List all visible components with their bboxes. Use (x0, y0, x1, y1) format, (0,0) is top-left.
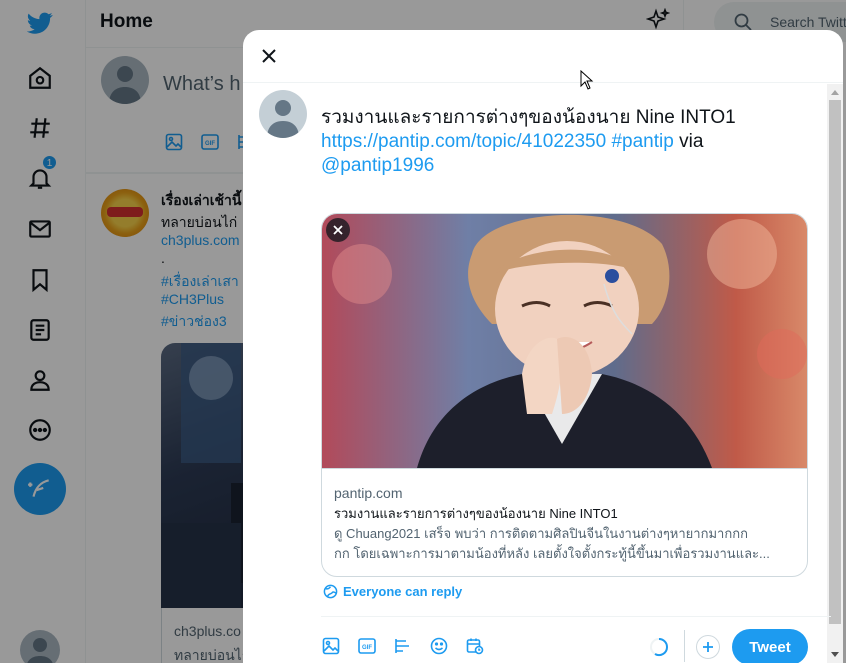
toolbar-divider (321, 616, 831, 617)
compose-toolbar: GIF (321, 636, 485, 656)
toolbar-vertical-divider (684, 630, 685, 662)
character-count-ring-icon (650, 638, 669, 657)
scroll-down-arrow-icon[interactable] (831, 652, 839, 657)
remove-card-button[interactable] (326, 218, 350, 242)
card-desc-line: ดู Chuang2021 เสร็จ พบว่า การติดตามศิลปิ… (334, 526, 748, 541)
media-icon[interactable] (321, 636, 341, 656)
tweet-via: via (679, 131, 704, 152)
emoji-icon[interactable] (429, 636, 449, 656)
gif-icon[interactable]: GIF (357, 636, 377, 656)
link-preview-image (322, 214, 807, 468)
poll-icon[interactable] (393, 636, 413, 656)
schedule-icon[interactable] (465, 636, 485, 656)
scroll-up-arrow-icon[interactable] (831, 90, 839, 95)
tweet-mention[interactable]: @pantip1996 (321, 155, 434, 176)
card-description: ดู Chuang2021 เสร็จ พบว่า การติดตามศิลปิ… (334, 524, 797, 564)
reply-setting-label: Everyone can reply (343, 584, 463, 599)
tweet-link[interactable]: https://pantip.com/topic/41022350 (321, 131, 606, 152)
card-title: รวมงานและรายการต่างๆของน้องนาย Nine INTO… (334, 506, 618, 521)
close-icon (262, 49, 276, 63)
svg-text:GIF: GIF (362, 645, 372, 651)
tweet-text: รวมงานและรายการต่างๆของน้องนาย Nine INTO… (321, 107, 736, 128)
close-icon (333, 225, 343, 235)
reply-setting-button[interactable]: Everyone can reply (323, 584, 462, 599)
compose-tweet-modal: รวมงานและรายการต่างๆของน้องนาย Nine INTO… (243, 30, 843, 663)
link-preview-body: pantip.com รวมงานและรายการต่างๆของน้องนา… (322, 468, 807, 576)
compose-avatar (259, 90, 307, 138)
modal-scrollbar[interactable] (827, 84, 843, 663)
scroll-thumb[interactable] (829, 100, 841, 624)
globe-icon (323, 584, 338, 599)
card-desc-line: กก โดยเฉพาะการมาตามน้องที่หลัง เลยตั้งใจ… (334, 546, 770, 561)
modal-header-divider (243, 82, 843, 83)
link-preview-card[interactable]: pantip.com รวมงานและรายการต่างๆของน้องนา… (321, 213, 808, 577)
card-domain: pantip.com (334, 485, 403, 501)
tweet-button[interactable]: Tweet (732, 629, 808, 663)
close-button[interactable] (255, 42, 283, 70)
mouse-cursor-icon (580, 70, 594, 90)
tweet-text-editor[interactable]: รวมงานและรายการต่างๆของน้องนาย Nine INTO… (321, 106, 811, 178)
tweet-hashtag[interactable]: #pantip (611, 131, 673, 152)
plus-icon (703, 642, 713, 652)
twitter-app: 1 Home What’s h GIF เรื่องเล่าเช้านี้ ทล… (0, 0, 846, 663)
add-tweet-button[interactable] (696, 635, 720, 659)
